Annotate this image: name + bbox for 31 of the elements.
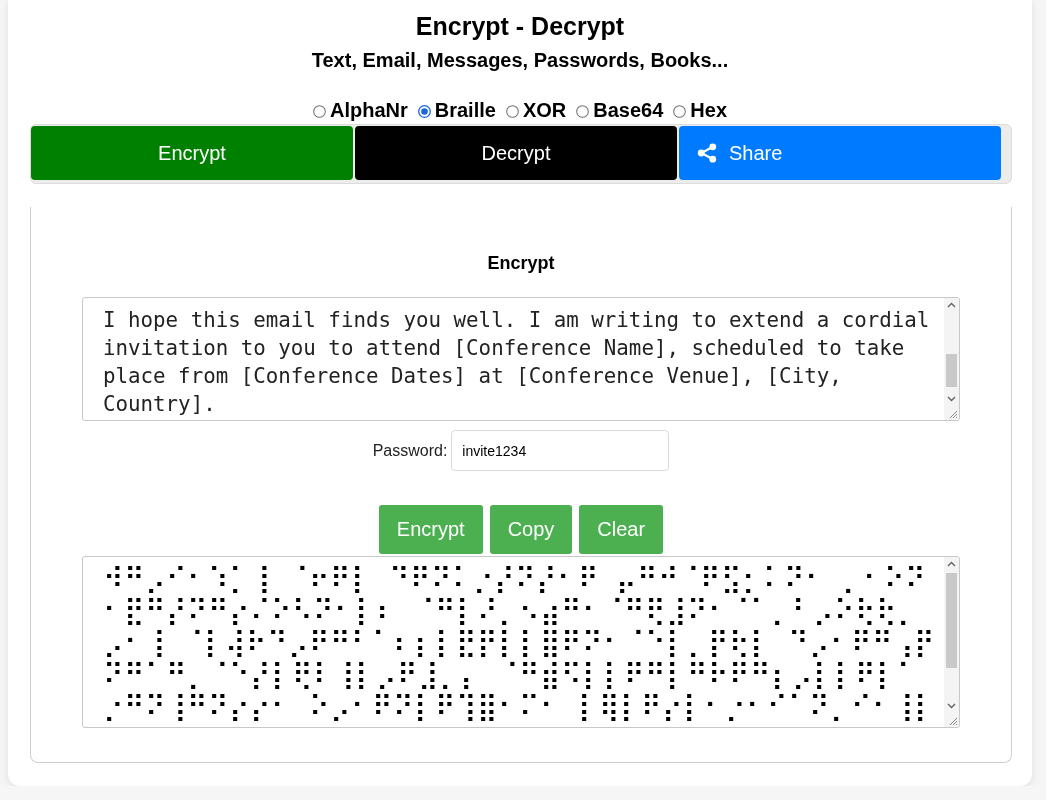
tab-button[interactable]: Encrypt [31, 126, 353, 180]
radio-icon[interactable] [505, 105, 519, 118]
mode-radio-option[interactable]: Braille [417, 98, 496, 122]
share-icon [697, 143, 717, 163]
mode-radio-option[interactable]: XOR [505, 98, 567, 122]
radio-icon[interactable] [673, 105, 687, 118]
scrollbar[interactable] [944, 298, 959, 420]
panel-heading: Encrypt [487, 252, 555, 274]
password-input[interactable]: invite1234 [451, 430, 670, 471]
caret-up-icon[interactable] [947, 302, 956, 308]
scrollbar-thumb[interactable] [946, 354, 957, 387]
resize-grip-icon[interactable] [948, 716, 958, 726]
tab-button[interactable]: Share [679, 126, 1001, 180]
mode-radio-option[interactable]: Base64 [576, 98, 664, 122]
scrollbar[interactable] [944, 557, 959, 727]
radio-icon[interactable] [312, 105, 326, 118]
resize-grip-icon[interactable] [948, 409, 958, 419]
page-subtitle: Text, Email, Messages, Passwords, Books... [311, 48, 729, 72]
mode-radio-option[interactable]: AlphaNr [312, 98, 408, 122]
scrollbar-thumb[interactable] [946, 573, 957, 668]
mode-radio-option[interactable]: Hex [673, 98, 728, 122]
caret-down-icon[interactable] [947, 703, 956, 709]
caret-up-icon[interactable] [947, 561, 956, 567]
output-field[interactable]: ⠺⠛⡠⠊⠂⠱⡁⢸ ⠈⠖⠟⡇ ⠙⠟⠝⠅⡐⡜⠝⡜⠂⠟ ⡤⠛⠚⠈⠟⣫⡂⠅⠝⠂ ⡀⠂⠕⠝⠂⣟⠛⡜⠝⠛⡔⠌⠕⠣⠝⠂⡇⠆ ⠈⠛⡇⠜⡀⠢⣴⠛⠂⠈⠛⢟⣸⠝⠂⠈⠁⡀⠃⡠⠕⢗⢗⡀⡠⠂⢸ ⠈⡇⢼⠗⠙⡠⠟⠛⠃⠁⠆⡆⡇⣟⡟⡇⡇⣿⠟⠝⠂⠈⠑⡇⡀⡟⢗⡇ ⠙⡠⠂⠟⠛⢠⡟⠝⠛⠁⠛⡀⠈⠑⡜⡇⢟⠇⢸⡇⡠⠟⣸⡀⡄ ⠈⠛⣾⠫⡇⡇⠟⠛⡇⠛⠗⠟⠛⡆⡠⡇⡇⠟⡇⠁⡐⠛⠝⢸⠛⠝⡔⡔⠂ ⠕⡠⠂⠟⠝⡇⠟⢹⣿⠂⠍⠂ ⡇⢿⡇⠟⡔⡇⠂⡐⠂⠊⠁⠝⡀⠊⠂⢸⡇ [82, 556, 960, 728]
password-label: Password: [372, 441, 448, 460]
radio-icon[interactable] [417, 105, 431, 118]
message-input[interactable]: I hope this email finds you well. I am writing to extend a cordial invitation to you to attend [Conference Name], scheduled to take place from [Conference Dates] at [Conference Venue], [City, Country]. [82, 297, 960, 421]
radio-icon[interactable] [576, 105, 590, 118]
caret-down-icon[interactable] [947, 396, 956, 402]
tab-button[interactable]: Decrypt [355, 126, 677, 180]
page-title: Encrypt - Decrypt [415, 11, 625, 41]
